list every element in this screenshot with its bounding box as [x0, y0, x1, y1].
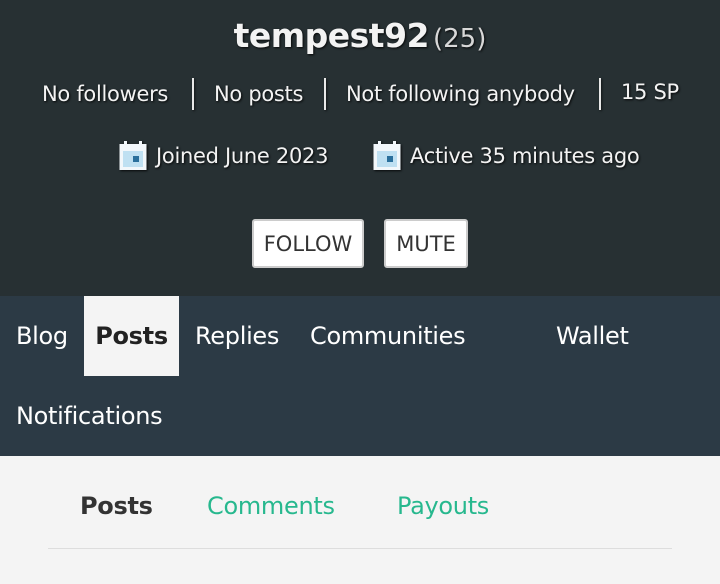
subtab-payouts[interactable]: Payouts — [397, 492, 489, 520]
nav-tab-posts[interactable]: Posts — [84, 296, 179, 376]
profile-actions: FOLLOW MUTE — [0, 219, 720, 268]
nav-tab-blog[interactable]: Blog — [16, 296, 68, 376]
profile-nav: Blog Posts Replies Communities Wallet No… — [0, 296, 720, 456]
subtab-divider — [48, 548, 672, 549]
reputation-score: (25) — [433, 24, 487, 54]
active-text: Active 35 minutes ago — [410, 144, 640, 168]
mute-button[interactable]: MUTE — [384, 219, 468, 268]
nav-tab-notifications[interactable]: Notifications — [16, 376, 163, 456]
subtab-comments[interactable]: Comments — [207, 492, 335, 520]
stats-divider — [192, 78, 194, 110]
followers-count[interactable]: No followers — [42, 82, 168, 106]
profile-stats: No followers No posts Not following anyb… — [0, 78, 720, 112]
profile-title-row: tempest92 (25) — [0, 16, 720, 55]
follow-button[interactable]: FOLLOW — [252, 219, 364, 268]
stats-divider — [599, 78, 601, 110]
joined-text: Joined June 2023 — [156, 144, 329, 168]
last-active: Active 35 minutes ago — [372, 140, 640, 172]
subtab-posts[interactable]: Posts — [80, 492, 153, 520]
calendar-icon — [373, 141, 401, 170]
steem-power[interactable]: 15 SP — [621, 80, 679, 104]
posts-count[interactable]: No posts — [214, 82, 303, 106]
profile-meta: Joined June 2023 Active 35 minutes ago — [0, 140, 720, 176]
stats-divider — [324, 78, 326, 110]
nav-tab-communities[interactable]: Communities — [310, 296, 466, 376]
calendar-icon — [119, 141, 147, 170]
nav-tab-wallet[interactable]: Wallet — [556, 296, 629, 376]
posts-content: Posts Comments Payouts — [0, 456, 720, 584]
username: tempest92 — [233, 16, 430, 55]
joined-date: Joined June 2023 — [118, 140, 328, 172]
nav-tab-replies[interactable]: Replies — [195, 296, 279, 376]
profile-header: tempest92 (25) No followers No posts Not … — [0, 0, 720, 296]
following-count[interactable]: Not following anybody — [346, 82, 575, 106]
